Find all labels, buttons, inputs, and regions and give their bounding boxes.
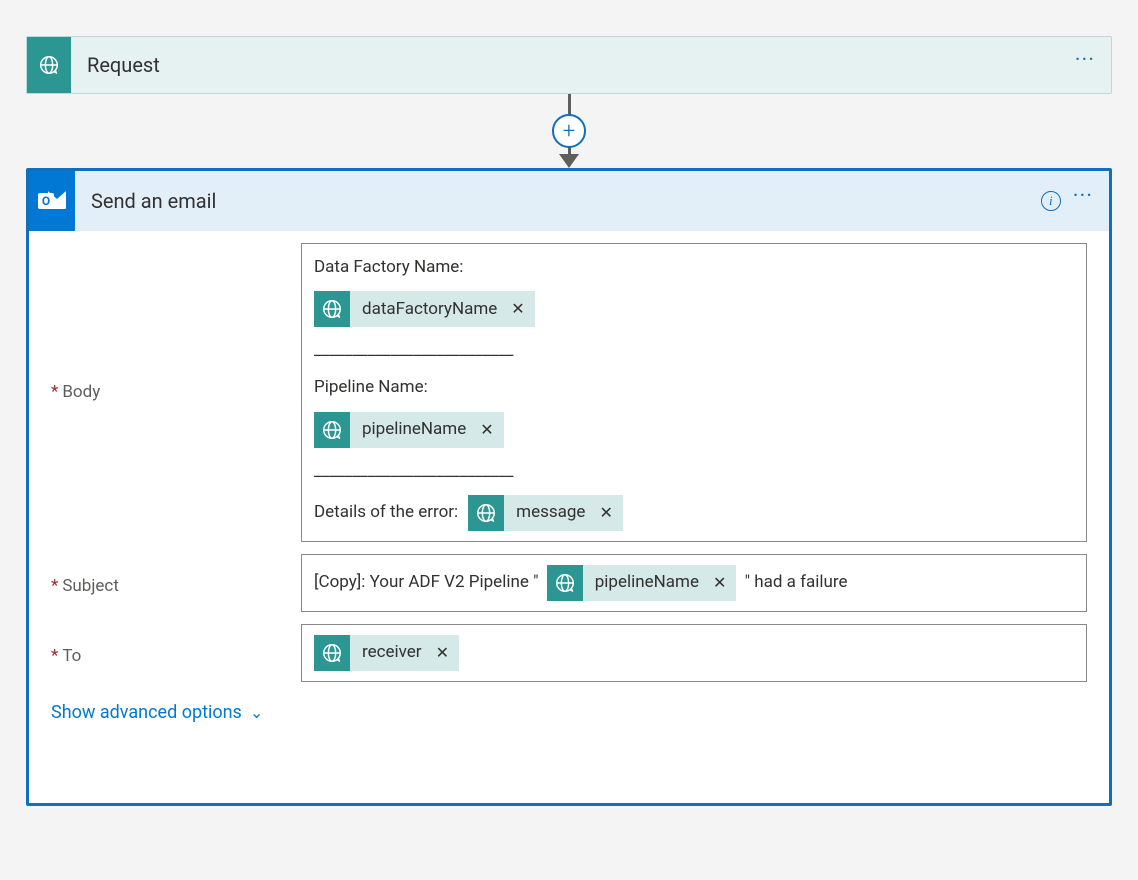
globe-icon <box>314 635 350 671</box>
chip-message[interactable]: message ✕ <box>468 495 623 531</box>
globe-icon <box>314 291 350 327</box>
chip-pipelinename[interactable]: pipelineName ✕ <box>314 412 504 448</box>
body-text-2: Pipeline Name: <box>314 374 428 401</box>
add-step-button[interactable]: + <box>552 114 586 148</box>
chip-remove-icon[interactable]: ✕ <box>595 500 622 526</box>
outlook-icon: O <box>29 171 75 231</box>
body-text-3: Details of the error: <box>314 499 458 526</box>
subject-row: *Subject [Copy]: Your ADF V2 Pipeline " … <box>51 554 1087 612</box>
body-text-1: Data Factory Name: <box>314 254 463 281</box>
send-email-title: Send an email <box>75 189 1041 213</box>
to-label: *To <box>51 624 301 682</box>
show-advanced-button[interactable]: Show advanced options ⌄ <box>51 702 263 723</box>
chip-pipelinename-subject[interactable]: pipelineName ✕ <box>547 565 737 601</box>
request-title: Request <box>71 53 1075 77</box>
chevron-down-icon: ⌄ <box>250 703 263 722</box>
globe-icon <box>314 412 350 448</box>
chip-receiver[interactable]: receiver ✕ <box>314 635 459 671</box>
arrow-down-icon <box>559 154 579 168</box>
request-more-icon[interactable]: ··· <box>1075 50 1095 80</box>
globe-icon <box>468 495 504 531</box>
body-separator-2: __________________________ <box>314 458 513 485</box>
body-row: *Body Data Factory Name: dataFactoryName… <box>51 243 1087 542</box>
to-input[interactable]: receiver ✕ <box>301 624 1087 682</box>
subject-input[interactable]: [Copy]: Your ADF V2 Pipeline " pipelineN… <box>301 554 1087 612</box>
subject-text-after: " had a failure <box>740 571 847 595</box>
request-icon <box>27 37 71 93</box>
chip-remove-icon[interactable]: ✕ <box>432 642 459 664</box>
body-label: *Body <box>51 382 301 402</box>
send-email-card: O Send an email i ··· *Body Data Factory… <box>26 168 1112 806</box>
chip-datafactoryname[interactable]: dataFactoryName ✕ <box>314 291 535 327</box>
subject-text-before: [Copy]: Your ADF V2 Pipeline " <box>314 571 543 595</box>
body-input[interactable]: Data Factory Name: dataFactoryName ✕ ___… <box>301 243 1087 542</box>
send-email-header[interactable]: O Send an email i ··· <box>29 171 1109 231</box>
request-card[interactable]: Request ··· <box>26 36 1112 94</box>
chip-remove-icon[interactable]: ✕ <box>507 296 534 322</box>
info-icon[interactable]: i <box>1041 191 1061 211</box>
send-email-more-icon[interactable]: ··· <box>1073 186 1093 216</box>
chip-remove-icon[interactable]: ✕ <box>709 572 736 594</box>
globe-icon <box>547 565 583 601</box>
chip-remove-icon[interactable]: ✕ <box>476 417 503 443</box>
connector: + <box>26 94 1112 168</box>
to-row: *To receiver ✕ <box>51 624 1087 682</box>
body-separator-1: __________________________ <box>314 337 513 364</box>
subject-label: *Subject <box>51 554 301 612</box>
